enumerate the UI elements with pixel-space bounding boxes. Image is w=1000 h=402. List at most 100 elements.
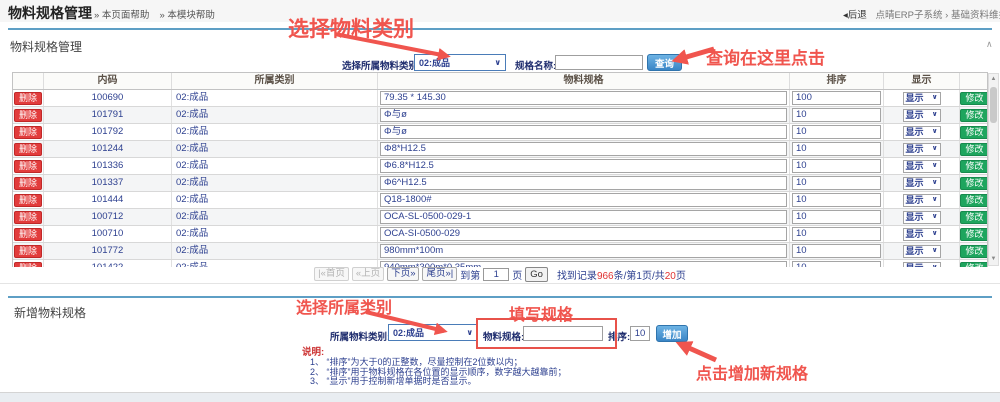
row-spec-input[interactable]: OCA-SL-0500-029-1 xyxy=(380,210,787,224)
modify-button[interactable]: 修改 xyxy=(960,211,988,224)
modify-button[interactable]: 修改 xyxy=(960,194,988,207)
spec-name-input[interactable] xyxy=(555,55,643,70)
row-code: 101791 xyxy=(43,107,171,123)
add-spec-label: 物料规格: xyxy=(483,329,524,343)
top-bar: 物料规格管理 » 本页面帮助 » 本模块帮助 ◂后退 点晴ERP子系统 › 基础… xyxy=(0,0,1000,22)
row-spec-input[interactable]: Φ6.8*H12.5 xyxy=(380,159,787,173)
modify-button[interactable]: 修改 xyxy=(960,228,988,241)
row-display-select[interactable]: 显示 ∨ xyxy=(903,228,941,241)
delete-button[interactable]: 删除 xyxy=(14,126,42,139)
row-display-select[interactable]: 显示 ∨ xyxy=(903,143,941,156)
row-sort-input[interactable]: 10 xyxy=(792,176,881,190)
delete-button[interactable]: 删除 xyxy=(14,228,42,241)
row-display-select[interactable]: 显示 ∨ xyxy=(903,92,941,105)
row-display-select[interactable]: 显示 ∨ xyxy=(903,160,941,173)
chevron-down-icon: ∨ xyxy=(932,158,938,174)
row-category: 02:成品 xyxy=(171,141,377,157)
row-sort-input[interactable]: 10 xyxy=(792,142,881,156)
row-spec-input[interactable]: 79.35 * 145.30 xyxy=(380,91,787,105)
chevron-down-icon: ∨ xyxy=(932,141,938,157)
row-sort-input[interactable]: 10 xyxy=(792,125,881,139)
row-display-select[interactable]: 显示 ∨ xyxy=(903,109,941,122)
row-display-select[interactable]: 显示 ∨ xyxy=(903,126,941,139)
prev-page-button[interactable]: «上页 xyxy=(352,267,384,281)
breadcrumb-section[interactable]: 基础资料维护 xyxy=(951,10,1000,21)
scroll-thumb[interactable] xyxy=(990,87,997,123)
row-spec-input[interactable]: Φ与ø xyxy=(380,125,787,139)
row-code: 101244 xyxy=(43,141,171,157)
col-header-sort: 排序 xyxy=(789,73,883,89)
scroll-down-icon[interactable]: ▼ xyxy=(989,254,998,265)
row-category: 02:成品 xyxy=(171,175,377,191)
goto-page-input[interactable] xyxy=(483,268,509,281)
help-page-link[interactable]: » 本页面帮助 xyxy=(94,7,149,21)
go-button[interactable]: Go xyxy=(525,267,548,282)
row-sort-input[interactable]: 10 xyxy=(792,159,881,173)
row-spec-input[interactable]: Φ与ø xyxy=(380,108,787,122)
next-page-button[interactable]: 下页» xyxy=(387,267,419,281)
first-page-button[interactable]: |«首页 xyxy=(314,267,349,281)
col-header-category: 所属类别 xyxy=(171,73,377,89)
row-spec-input[interactable]: Φ6^H12.5 xyxy=(380,176,787,190)
add-sort-input[interactable] xyxy=(630,326,650,341)
chevron-down-icon: ∨ xyxy=(932,243,938,259)
modify-button[interactable]: 修改 xyxy=(960,143,988,156)
row-display-select[interactable]: 显示 ∨ xyxy=(903,245,941,258)
modify-button[interactable]: 修改 xyxy=(960,177,988,190)
row-sort-input[interactable]: 10 xyxy=(792,244,881,258)
query-button[interactable]: 查询 xyxy=(647,54,682,71)
table-row: 删除 101772 02:成品 980mm*100m 10 显示 ∨ 修改 xyxy=(13,243,987,260)
modify-button[interactable]: 修改 xyxy=(960,92,988,105)
add-category-select[interactable]: 02:成品 ∨ xyxy=(388,324,478,341)
row-spec-input[interactable]: Q18-1800# xyxy=(380,193,787,207)
modify-button[interactable]: 修改 xyxy=(960,160,988,173)
row-display-select[interactable]: 显示 ∨ xyxy=(903,177,941,190)
table-row: 删除 100710 02:成品 OCA-SI-0500-029 10 显示 ∨ … xyxy=(13,226,987,243)
modify-button[interactable]: 修改 xyxy=(960,245,988,258)
row-sort-input[interactable]: 10 xyxy=(792,108,881,122)
breadcrumb: ◂后退 点晴ERP子系统 › 基础资料维护 xyxy=(843,7,1000,21)
row-code: 101444 xyxy=(43,192,171,208)
scroll-up-icon[interactable]: ▲ xyxy=(989,74,998,85)
delete-button[interactable]: 删除 xyxy=(14,194,42,207)
delete-button[interactable]: 删除 xyxy=(14,211,42,224)
row-sort-input[interactable]: 100 xyxy=(792,91,881,105)
delete-button[interactable]: 删除 xyxy=(14,177,42,190)
modify-button[interactable]: 修改 xyxy=(960,109,988,122)
delete-button[interactable]: 删除 xyxy=(14,143,42,156)
list-panel-title: 物料规格管理 xyxy=(10,38,82,55)
chevron-down-icon: ∨ xyxy=(932,107,938,123)
row-code: 101792 xyxy=(43,124,171,140)
row-sort-input[interactable]: 10 xyxy=(792,227,881,241)
row-sort-input[interactable]: 10 xyxy=(792,193,881,207)
row-spec-input[interactable]: OCA-SI-0500-029 xyxy=(380,227,787,241)
add-spec-input[interactable] xyxy=(523,326,603,341)
arrow-to-add-button-icon xyxy=(680,344,716,360)
category-filter-select[interactable]: 02:成品 ∨ xyxy=(414,54,506,71)
row-code: 101336 xyxy=(43,158,171,174)
row-category: 02:成品 xyxy=(171,158,377,174)
delete-button[interactable]: 删除 xyxy=(14,160,42,173)
row-sort-input[interactable]: 10 xyxy=(792,210,881,224)
add-button[interactable]: 增加 xyxy=(656,325,688,342)
spec-name-label: 规格名称: xyxy=(515,58,556,72)
delete-button[interactable]: 删除 xyxy=(14,245,42,258)
delete-button[interactable]: 删除 xyxy=(14,92,42,105)
breadcrumb-app[interactable]: 点晴ERP子系统 xyxy=(875,10,942,21)
page-unit-label: 页 xyxy=(512,267,522,282)
col-header-spec: 物料规格 xyxy=(377,73,789,89)
table-scrollbar[interactable]: ▲ ▼ xyxy=(988,73,999,266)
row-spec-input[interactable]: 980mm*100m xyxy=(380,244,787,258)
delete-button[interactable]: 删除 xyxy=(14,109,42,122)
chevron-down-icon: ∨ xyxy=(932,209,938,225)
row-spec-input[interactable]: Φ8*H12.5 xyxy=(380,142,787,156)
collapse-icon[interactable]: ∧ xyxy=(986,39,993,50)
back-button[interactable]: ◂后退 xyxy=(843,10,867,21)
modify-button[interactable]: 修改 xyxy=(960,126,988,139)
table-row: 删除 101444 02:成品 Q18-1800# 10 显示 ∨ 修改 xyxy=(13,192,987,209)
help-module-link[interactable]: » 本模块帮助 xyxy=(159,7,214,21)
row-display-select[interactable]: 显示 ∨ xyxy=(903,211,941,224)
last-page-button[interactable]: 尾页»| xyxy=(422,267,457,281)
notes: 说明: 1、 “排序”为大于0的正整数，尽量控制在2位数以内； 2、 “排序”用… xyxy=(302,348,567,387)
row-display-select[interactable]: 显示 ∨ xyxy=(903,194,941,207)
